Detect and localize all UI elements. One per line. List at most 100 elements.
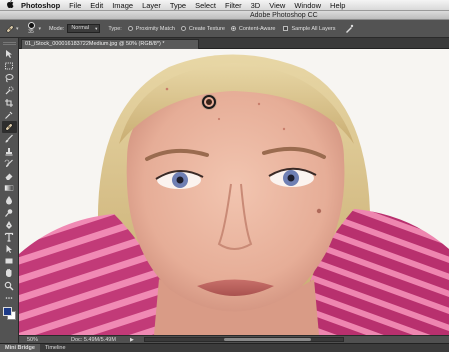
dodge-icon [5, 208, 13, 217]
document-canvas[interactable] [19, 49, 449, 335]
zoom-tool[interactable] [2, 280, 17, 292]
color-swatches[interactable] [2, 306, 17, 321]
tools-panel [0, 38, 19, 343]
app-name-menu[interactable]: Photoshop [21, 1, 60, 10]
horizontal-scrollbar[interactable] [143, 337, 344, 342]
mode-label: Mode: [49, 25, 65, 32]
sample-all-layers-checkbox[interactable] [283, 26, 289, 31]
dodge-tool[interactable] [2, 206, 17, 218]
brush-tip-icon [27, 21, 35, 29]
toolbar-grip[interactable] [2, 42, 16, 45]
brush-size-value: 35 [28, 28, 34, 35]
status-menu-arrow-icon[interactable]: ▶ [130, 337, 134, 343]
rectangle-tool[interactable] [2, 255, 17, 267]
type-tool[interactable] [2, 231, 17, 243]
eyedropper-icon [5, 111, 13, 119]
options-bar: ▾ 35 ▾ Mode: Normal ▾ Type: Proximity Ma… [0, 20, 449, 38]
spot-healing-brush-icon[interactable] [4, 23, 15, 34]
content-aware-option[interactable]: Content-Aware [225, 25, 276, 32]
apple-icon[interactable] [5, 0, 15, 11]
mode-value: Normal [71, 25, 90, 31]
tool-preset-caret-icon[interactable]: ▾ [16, 26, 19, 32]
status-bar: 50% Doc: 5.49M/5.49M ▶ [19, 335, 449, 343]
history-brush-tool[interactable] [2, 158, 17, 170]
hand-tool[interactable] [2, 267, 17, 279]
gradient-icon [4, 185, 14, 191]
eraser-tool[interactable] [2, 170, 17, 182]
tab-mini-bridge[interactable]: Mini Bridge [0, 344, 40, 352]
lasso-tool[interactable] [2, 72, 17, 84]
more-tools[interactable] [2, 292, 17, 304]
menu-view[interactable]: View [269, 1, 285, 10]
menu-help[interactable]: Help [330, 1, 345, 10]
lasso-icon [5, 74, 14, 83]
type-label: Type: [108, 25, 122, 32]
eyedropper-tool[interactable] [2, 109, 17, 121]
photo-portrait [19, 49, 449, 335]
content-aware-label: Content-Aware [238, 25, 276, 32]
path-select-icon [6, 245, 12, 254]
blur-icon [6, 196, 12, 205]
pen-tool[interactable] [2, 219, 17, 231]
window-titlebar: Adobe Photoshop CC [0, 11, 449, 20]
pen-icon [6, 220, 12, 229]
menu-filter[interactable]: Filter [225, 1, 242, 10]
brush-preset-picker[interactable]: 35 [25, 21, 38, 36]
crop-tool[interactable] [2, 97, 17, 109]
path-selection-tool[interactable] [2, 243, 17, 255]
proximity-match-radio[interactable] [127, 26, 133, 31]
window-title: Adobe Photoshop CC [250, 12, 318, 19]
menu-image[interactable]: Image [112, 1, 133, 10]
marquee-icon [5, 62, 13, 70]
proximity-match-option[interactable]: Proximity Match [122, 26, 175, 32]
brush-icon [5, 134, 13, 143]
stamp-icon [5, 147, 13, 156]
crop-icon [5, 98, 13, 107]
mode-caret-icon: ▾ [95, 26, 98, 31]
menu-type[interactable]: Type [170, 1, 186, 10]
history-brush-icon [4, 159, 13, 167]
photoshop-window: Photoshop File Edit Image Layer Type Sel… [0, 0, 449, 352]
menu-3d[interactable]: 3D [251, 1, 261, 10]
mode-select[interactable]: Normal ▾ [67, 24, 101, 33]
brush-picker-caret-icon[interactable]: ▾ [39, 26, 42, 32]
move-tool[interactable] [2, 48, 17, 60]
menu-window[interactable]: Window [294, 1, 321, 10]
foreground-color-swatch[interactable] [2, 306, 12, 316]
document-tab-bar: 01_iStock_000016183722Medium.jpg @ 50% (… [19, 38, 449, 49]
brush-tool[interactable] [2, 133, 17, 145]
scrollbar-thumb[interactable] [223, 338, 312, 341]
marquee-tool[interactable] [2, 60, 17, 72]
ellipsis-icon [5, 297, 13, 299]
document-info: Doc: 5.49M/5.49M [71, 336, 116, 343]
create-texture-option[interactable]: Create Texture [175, 26, 225, 32]
gradient-tool[interactable] [2, 182, 17, 194]
hand-icon [6, 269, 12, 278]
spot-healing-brush-tool[interactable] [1, 121, 17, 134]
bandage-icon [5, 123, 13, 131]
pressure-size-icon[interactable] [344, 24, 354, 34]
menu-select[interactable]: Select [195, 1, 216, 10]
brush-cursor-icon [202, 95, 216, 109]
quick-select-icon [5, 86, 14, 95]
zoom-level-field[interactable]: 50% [27, 337, 51, 343]
zoom-icon [4, 281, 14, 291]
create-texture-label: Create Texture [188, 25, 225, 32]
eraser-icon [5, 173, 13, 180]
content-aware-radio[interactable] [230, 26, 236, 31]
menu-file[interactable]: File [69, 1, 81, 10]
blur-tool[interactable] [2, 194, 17, 206]
menu-layer[interactable]: Layer [142, 1, 161, 10]
document-tab[interactable]: 01_iStock_000016183722Medium.jpg @ 50% (… [21, 39, 199, 49]
menu-edit[interactable]: Edit [90, 1, 103, 10]
tab-timeline[interactable]: Timeline [40, 344, 71, 352]
bottom-panel-tabs: Mini Bridge Timeline [0, 343, 449, 352]
clone-stamp-tool[interactable] [2, 146, 17, 158]
sample-all-layers-option[interactable]: Sample All Layers [275, 25, 336, 32]
create-texture-radio[interactable] [180, 26, 186, 31]
quick-selection-tool[interactable] [2, 85, 17, 97]
menubar: Photoshop File Edit Image Layer Type Sel… [0, 0, 449, 11]
sample-all-layers-label: Sample All Layers [291, 25, 336, 32]
proximity-match-label: Proximity Match [135, 25, 175, 32]
rectangle-icon [5, 258, 13, 264]
